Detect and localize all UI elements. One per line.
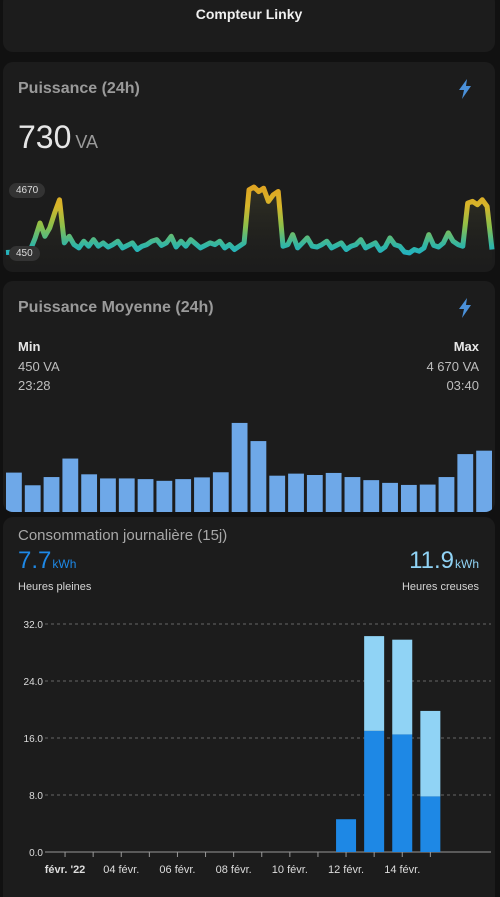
creuses-label: Heures creuses [401, 581, 479, 593]
bar-heures-creuses [420, 710, 441, 797]
avg-bar [344, 477, 361, 512]
max-value: 4 670 VA [426, 359, 479, 374]
pleines-label: Heures pleines [18, 581, 92, 593]
avg-bar [43, 477, 60, 512]
avg-bar [382, 482, 398, 512]
avg-bar [325, 472, 342, 512]
power-value-number: 730 [18, 119, 72, 155]
min-label: Min [18, 339, 41, 354]
avg-bar [137, 479, 154, 512]
consumption-title: Consommation journalière (15j) [18, 527, 228, 544]
avg-bar [363, 480, 380, 512]
bar-heures-pleines [420, 796, 441, 852]
bar-heures-pleines [364, 730, 385, 852]
avg-bar [62, 458, 79, 512]
y-tick-label: 32.0 [24, 620, 44, 631]
avg-bar [212, 472, 229, 512]
max-time: 03:40 [446, 378, 479, 393]
x-tick-label: 08 févr. [216, 864, 252, 876]
avg-bar [250, 441, 267, 512]
max-pill: 4670 [9, 183, 46, 198]
title-card: Compteur Linky [3, 0, 495, 52]
x-tick-label: 06 févr. [159, 864, 195, 876]
avg-bar [269, 475, 286, 512]
consumption-chart[interactable]: 0.0 8.0 16.0 24.0 32.0 févr. '22 04 févr. 06 fé… [3, 612, 495, 887]
avg-bar [100, 478, 116, 512]
avg-bar [438, 477, 455, 512]
consumption-card[interactable]: Consommation journalière (15j) 7.7kWh He… [3, 517, 495, 897]
flash-icon [459, 298, 471, 318]
avg-bar [231, 422, 248, 512]
avg-bar [419, 484, 436, 512]
x-tick-label: févr. '22 [45, 864, 86, 876]
avg-card-title: Puissance Moyenne (24h) [18, 299, 214, 316]
max-label: Max [453, 339, 479, 354]
power-card-title: Puissance (24h) [18, 80, 140, 97]
avg-bar [194, 477, 210, 512]
avg-bar-chart[interactable] [3, 418, 495, 512]
avg-bar [306, 474, 323, 512]
y-tick-label: 16.0 [24, 734, 44, 745]
flash-icon [459, 79, 471, 99]
avg-bar [24, 485, 41, 512]
bar-heures-pleines [392, 734, 413, 852]
avg-bar [400, 484, 417, 512]
power-value: 730 VA [18, 119, 98, 156]
card-title: Compteur Linky [195, 6, 303, 22]
creuses-unit: kWh [455, 557, 479, 571]
min-pill: 450 [9, 246, 40, 261]
bar-heures-pleines [336, 819, 357, 852]
min-time: 23:28 [18, 378, 51, 393]
avg-bar [175, 479, 192, 512]
avg-bar [457, 454, 474, 512]
pleines-value: 7.7kWh [18, 547, 76, 575]
avg-bar [118, 478, 135, 512]
power-unit: VA [75, 132, 99, 152]
bar-heures-creuses [364, 636, 385, 731]
y-tick-label: 8.0 [29, 791, 43, 802]
power-sparkline[interactable] [3, 177, 495, 272]
avg-bar [81, 474, 98, 512]
min-value: 450 VA [18, 359, 60, 374]
x-tick-label: 14 févr. [384, 864, 420, 876]
bar-heures-creuses [392, 639, 413, 735]
avg-bar [476, 450, 492, 512]
pleines-unit: kWh [52, 557, 77, 571]
avg-bar [6, 472, 22, 512]
avg-bar [288, 473, 304, 512]
pleines-number: 7.7 [18, 547, 52, 574]
avg-power-card[interactable]: Puissance Moyenne (24h) Min 450 VA 23:28… [3, 281, 495, 512]
creuses-number: 11.9 [409, 547, 454, 574]
y-tick-label: 0.0 [29, 848, 43, 859]
creuses-value: 11.9kWh [409, 547, 479, 575]
x-tick-label: 10 févr. [272, 864, 308, 876]
y-tick-label: 24.0 [24, 677, 44, 688]
power-card[interactable]: Puissance (24h) 730 VA 4670 450 [3, 62, 495, 272]
x-tick-label: 12 févr. [328, 864, 364, 876]
avg-bar [156, 480, 173, 512]
x-tick-label: 04 févr. [103, 864, 139, 876]
